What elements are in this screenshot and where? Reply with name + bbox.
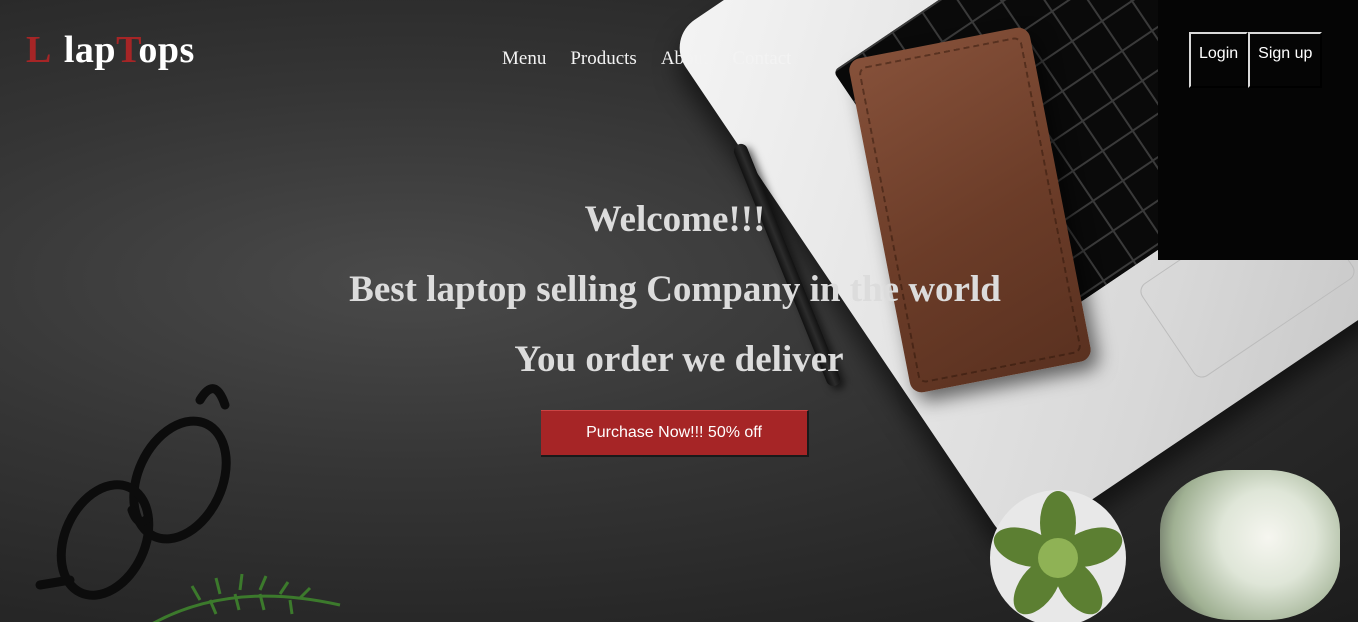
succulent-plant-image [990,490,1126,622]
auth-buttons: Login Sign up [1189,32,1323,88]
nav-link-products[interactable]: Products [558,48,649,70]
nav-link-about[interactable]: About [649,48,721,70]
nav-link-menu[interactable]: Menu [490,48,558,70]
logo-text-accent: T [116,29,139,71]
logo-initial: L [26,29,52,71]
signup-button[interactable]: Sign up [1248,32,1323,88]
logo-text-part1: lap [63,29,117,71]
main-nav: Menu Products About Contact [490,48,803,70]
plant-sprig-image [152,573,341,622]
login-button[interactable]: Login [1189,32,1249,88]
nav-link-contact[interactable]: Contact [720,48,803,70]
hero-tagline: Best laptop selling Company in the world [349,269,1001,310]
candle-image [1160,470,1340,620]
hero-subtagline: You order we deliver [514,339,844,380]
purchase-now-button[interactable]: Purchase Now!!! 50% off [541,410,809,457]
brand-logo[interactable]: LlapTops [26,28,195,72]
logo-text-part2: ops [138,29,195,71]
hero-section: LlapTops Menu Products About Contact Log… [0,0,1358,622]
hero-welcome-heading: Welcome!!! [584,199,766,240]
